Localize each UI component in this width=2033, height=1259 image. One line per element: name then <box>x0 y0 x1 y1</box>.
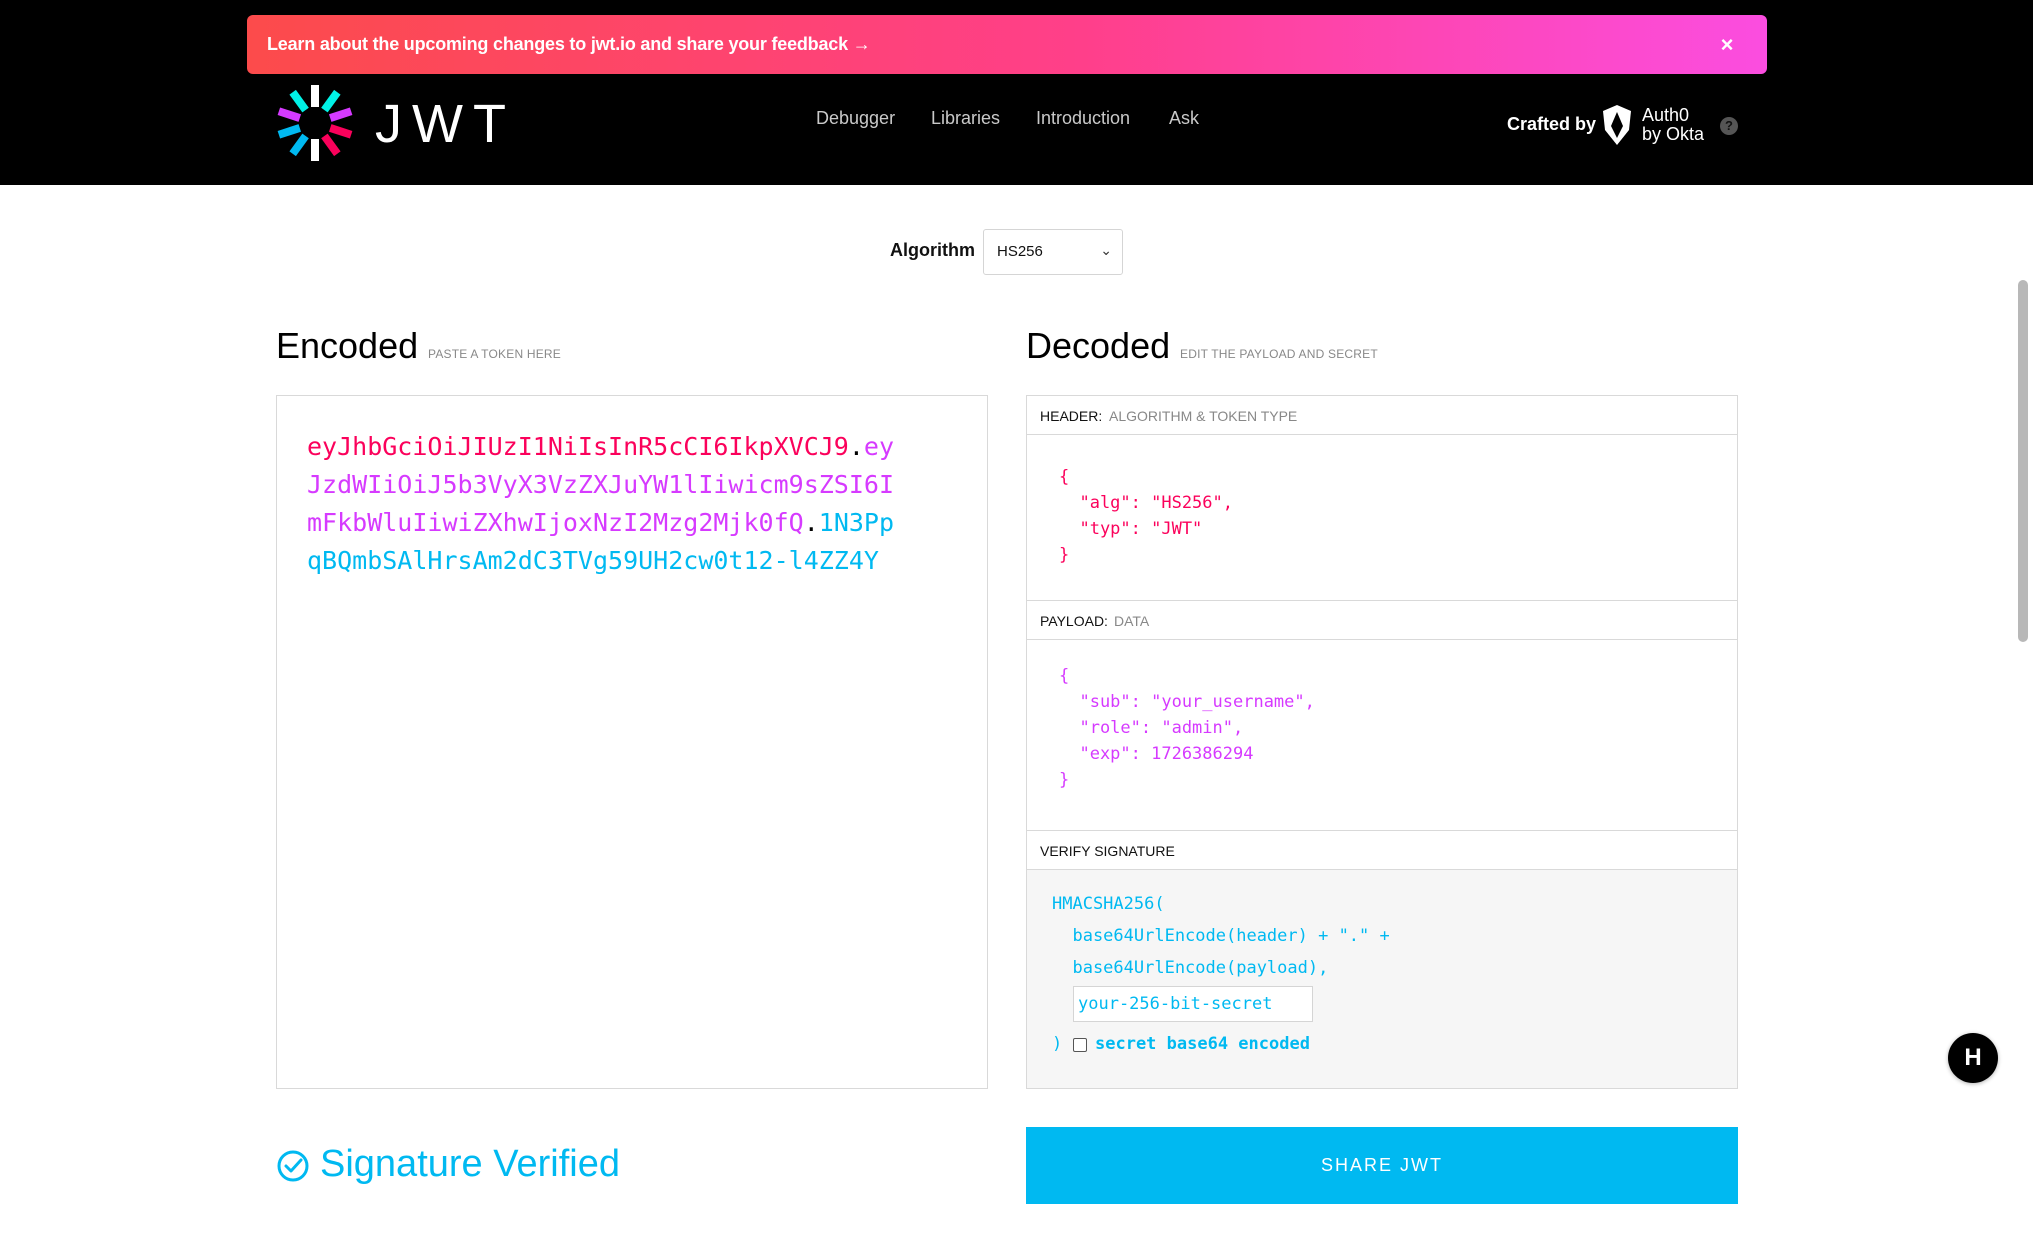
verify-close: ) <box>1052 1034 1063 1054</box>
token-header-part: eyJhbGciOiJIUzI1NiIsInR5cCI6IkpXVCJ9 <box>307 432 849 461</box>
decoded-subtitle: EDIT THE PAYLOAD AND SECRET <box>1180 347 1378 361</box>
nav-libraries[interactable]: Libraries <box>931 108 1000 129</box>
json-line: "exp": 1726386294 <box>1059 744 1254 764</box>
verify-section-title: VERIFY SIGNATURE <box>1027 831 1737 870</box>
jwt-logo[interactable]: JWT <box>275 83 507 163</box>
auth0-logo[interactable]: Auth0 by Okta <box>1600 104 1740 148</box>
secret-input[interactable] <box>1073 986 1313 1022</box>
payload-desc: DATA <box>1114 613 1150 629</box>
decoded-title: Decoded <box>1026 325 1171 366</box>
jwt-starburst-icon <box>277 85 353 161</box>
verify-line-payload: base64UrlEncode(payload), <box>1052 958 1329 978</box>
auth0-shield-icon <box>1603 105 1631 145</box>
help-icon[interactable]: ? <box>1720 117 1738 135</box>
base64-checkbox-label[interactable]: secret base64 encoded <box>1095 1034 1310 1054</box>
auth0-line1: Auth0 <box>1642 105 1690 125</box>
json-line: { <box>1059 666 1070 686</box>
signature-status-text: Signature Verified <box>320 1143 620 1185</box>
nav-ask[interactable]: Ask <box>1169 108 1199 129</box>
header-section-title: HEADER: ALGORITHM & TOKEN TYPE <box>1027 396 1737 435</box>
token-dot: . <box>848 432 864 461</box>
nav-introduction[interactable]: Introduction <box>1036 108 1130 129</box>
base64-checkbox[interactable] <box>1073 1038 1087 1052</box>
algorithm-selected-value: HS256 <box>997 243 1043 260</box>
json-line: { <box>1059 467 1070 487</box>
json-line: "sub": "your_username", <box>1059 692 1315 712</box>
token-payload-part: ey <box>863 432 895 461</box>
check-circle-icon <box>277 1150 309 1182</box>
json-line: } <box>1059 545 1070 565</box>
announcement-banner[interactable]: Learn about the upcoming changes to jwt.… <box>247 15 1767 74</box>
top-header: Learn about the upcoming changes to jwt.… <box>0 0 2033 185</box>
payload-label: PAYLOAD: <box>1040 613 1108 629</box>
header-label: HEADER: <box>1040 408 1103 424</box>
crafted-by-label: Crafted by <box>1507 114 1597 134</box>
nav-debugger[interactable]: Debugger <box>816 108 895 129</box>
token-payload-part: mFkbWluIiwiZXhwIjoxNzI2Mzg2Mjk0fQ <box>307 508 804 537</box>
header-json-editor[interactable]: { "alg": "HS256", "typ": "JWT" } <box>1059 464 1233 568</box>
auth0-line2: by Okta <box>1642 124 1705 144</box>
chevron-down-icon: ⌄ <box>1100 242 1112 258</box>
verify-line-header: base64UrlEncode(header) + "." + <box>1052 926 1390 946</box>
token-signature-part: qBQmbSAlHrsAm2dC3TVg59UH2cw0t12-l4ZZ4Y <box>307 546 879 575</box>
token-dot: . <box>803 508 819 537</box>
token-signature-part: 1N3Pp <box>818 508 895 537</box>
verify-label: VERIFY SIGNATURE <box>1040 843 1175 859</box>
json-line: } <box>1059 770 1070 790</box>
json-line: "typ": "JWT" <box>1059 519 1203 539</box>
algorithm-label: Algorithm <box>890 240 975 260</box>
header-desc: ALGORITHM & TOKEN TYPE <box>1109 408 1298 424</box>
banner-text[interactable]: Learn about the upcoming changes to jwt.… <box>267 15 871 74</box>
logo-wordmark: JWT <box>375 94 516 154</box>
floating-assistant-button[interactable]: H <box>1948 1033 1998 1083</box>
close-icon[interactable]: × <box>1715 33 1739 57</box>
json-line: "role": "admin", <box>1059 718 1244 738</box>
encoded-token-input[interactable]: eyJhbGciOiJIUzI1NiIsInR5cCI6IkpXVCJ9.ey … <box>276 395 988 1089</box>
token-payload-part: JzdWIiOiJ5b3VyX3VzZXJuYW1lIiwicm9sZSI6I <box>307 470 894 499</box>
payload-json-editor[interactable]: { "sub": "your_username", "role": "admin… <box>1059 663 1315 793</box>
json-line: "alg": "HS256", <box>1059 493 1233 513</box>
algorithm-select[interactable]: HS256 ⌄ <box>983 229 1123 275</box>
scrollbar-thumb[interactable] <box>2018 280 2028 642</box>
decoded-panel: HEADER: ALGORITHM & TOKEN TYPE { "alg": … <box>1026 395 1738 1089</box>
encoded-title: Encoded <box>276 325 419 366</box>
verify-function: HMACSHA256( <box>1052 894 1165 914</box>
encoded-subtitle: PASTE A TOKEN HERE <box>428 347 561 361</box>
payload-section-title: PAYLOAD: DATA <box>1027 601 1737 640</box>
share-jwt-button[interactable]: SHARE JWT <box>1026 1127 1738 1204</box>
encoded-token[interactable]: eyJhbGciOiJIUzI1NiIsInR5cCI6IkpXVCJ9.ey … <box>307 428 967 580</box>
auth0-wordmark: Auth0 by Okta <box>1642 106 1704 144</box>
verify-signature-body: HMACSHA256( base64UrlEncode(header) + ".… <box>1027 870 1737 1088</box>
